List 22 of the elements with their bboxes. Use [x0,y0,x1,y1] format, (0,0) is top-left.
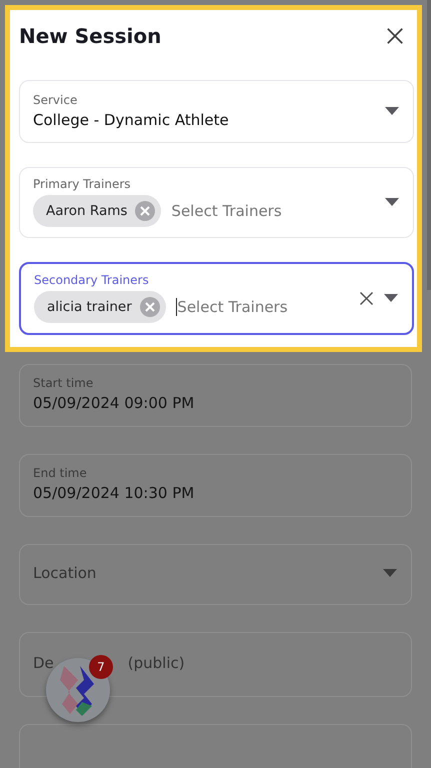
field-label: Location [33,564,98,582]
field-label: Secondary Trainers [34,273,150,287]
date-field[interactable]: End time 05/09/2024 10:30 PM [19,454,412,517]
trainer-select[interactable]: Secondary Trainers alicia trainer Select Trainers [19,262,414,335]
field-label: Primary Trainers [33,177,132,191]
date-field[interactable]: Start time 05/09/2024 09:00 PM [19,364,412,427]
notification-badge: 7 [89,655,113,679]
field-label: De [33,654,54,672]
trainer-chip[interactable]: alicia trainer [34,291,166,323]
field-label: (public) [128,654,185,672]
trainer-chip[interactable]: Aaron Rams [33,195,162,227]
field-value: College - Dynamic Athlete [33,111,230,129]
trainer-select[interactable]: Primary Trainers Aaron Rams Select Trainers [19,167,414,238]
field-label: Start time [33,376,94,390]
service-select[interactable]: Service College - Dynamic Athlete [19,80,414,143]
dialog-title: New Session [19,24,162,48]
trainer-search-field[interactable]: Select Trainers [171,202,375,220]
trainer-search-field[interactable]: Select Trainers [177,298,349,316]
field-value: 05/09/2024 10:30 PM [33,484,196,502]
field-label: End time [33,466,88,480]
field-label: Service [33,93,78,107]
field-value: 05/09/2024 09:00 PM [33,394,196,412]
